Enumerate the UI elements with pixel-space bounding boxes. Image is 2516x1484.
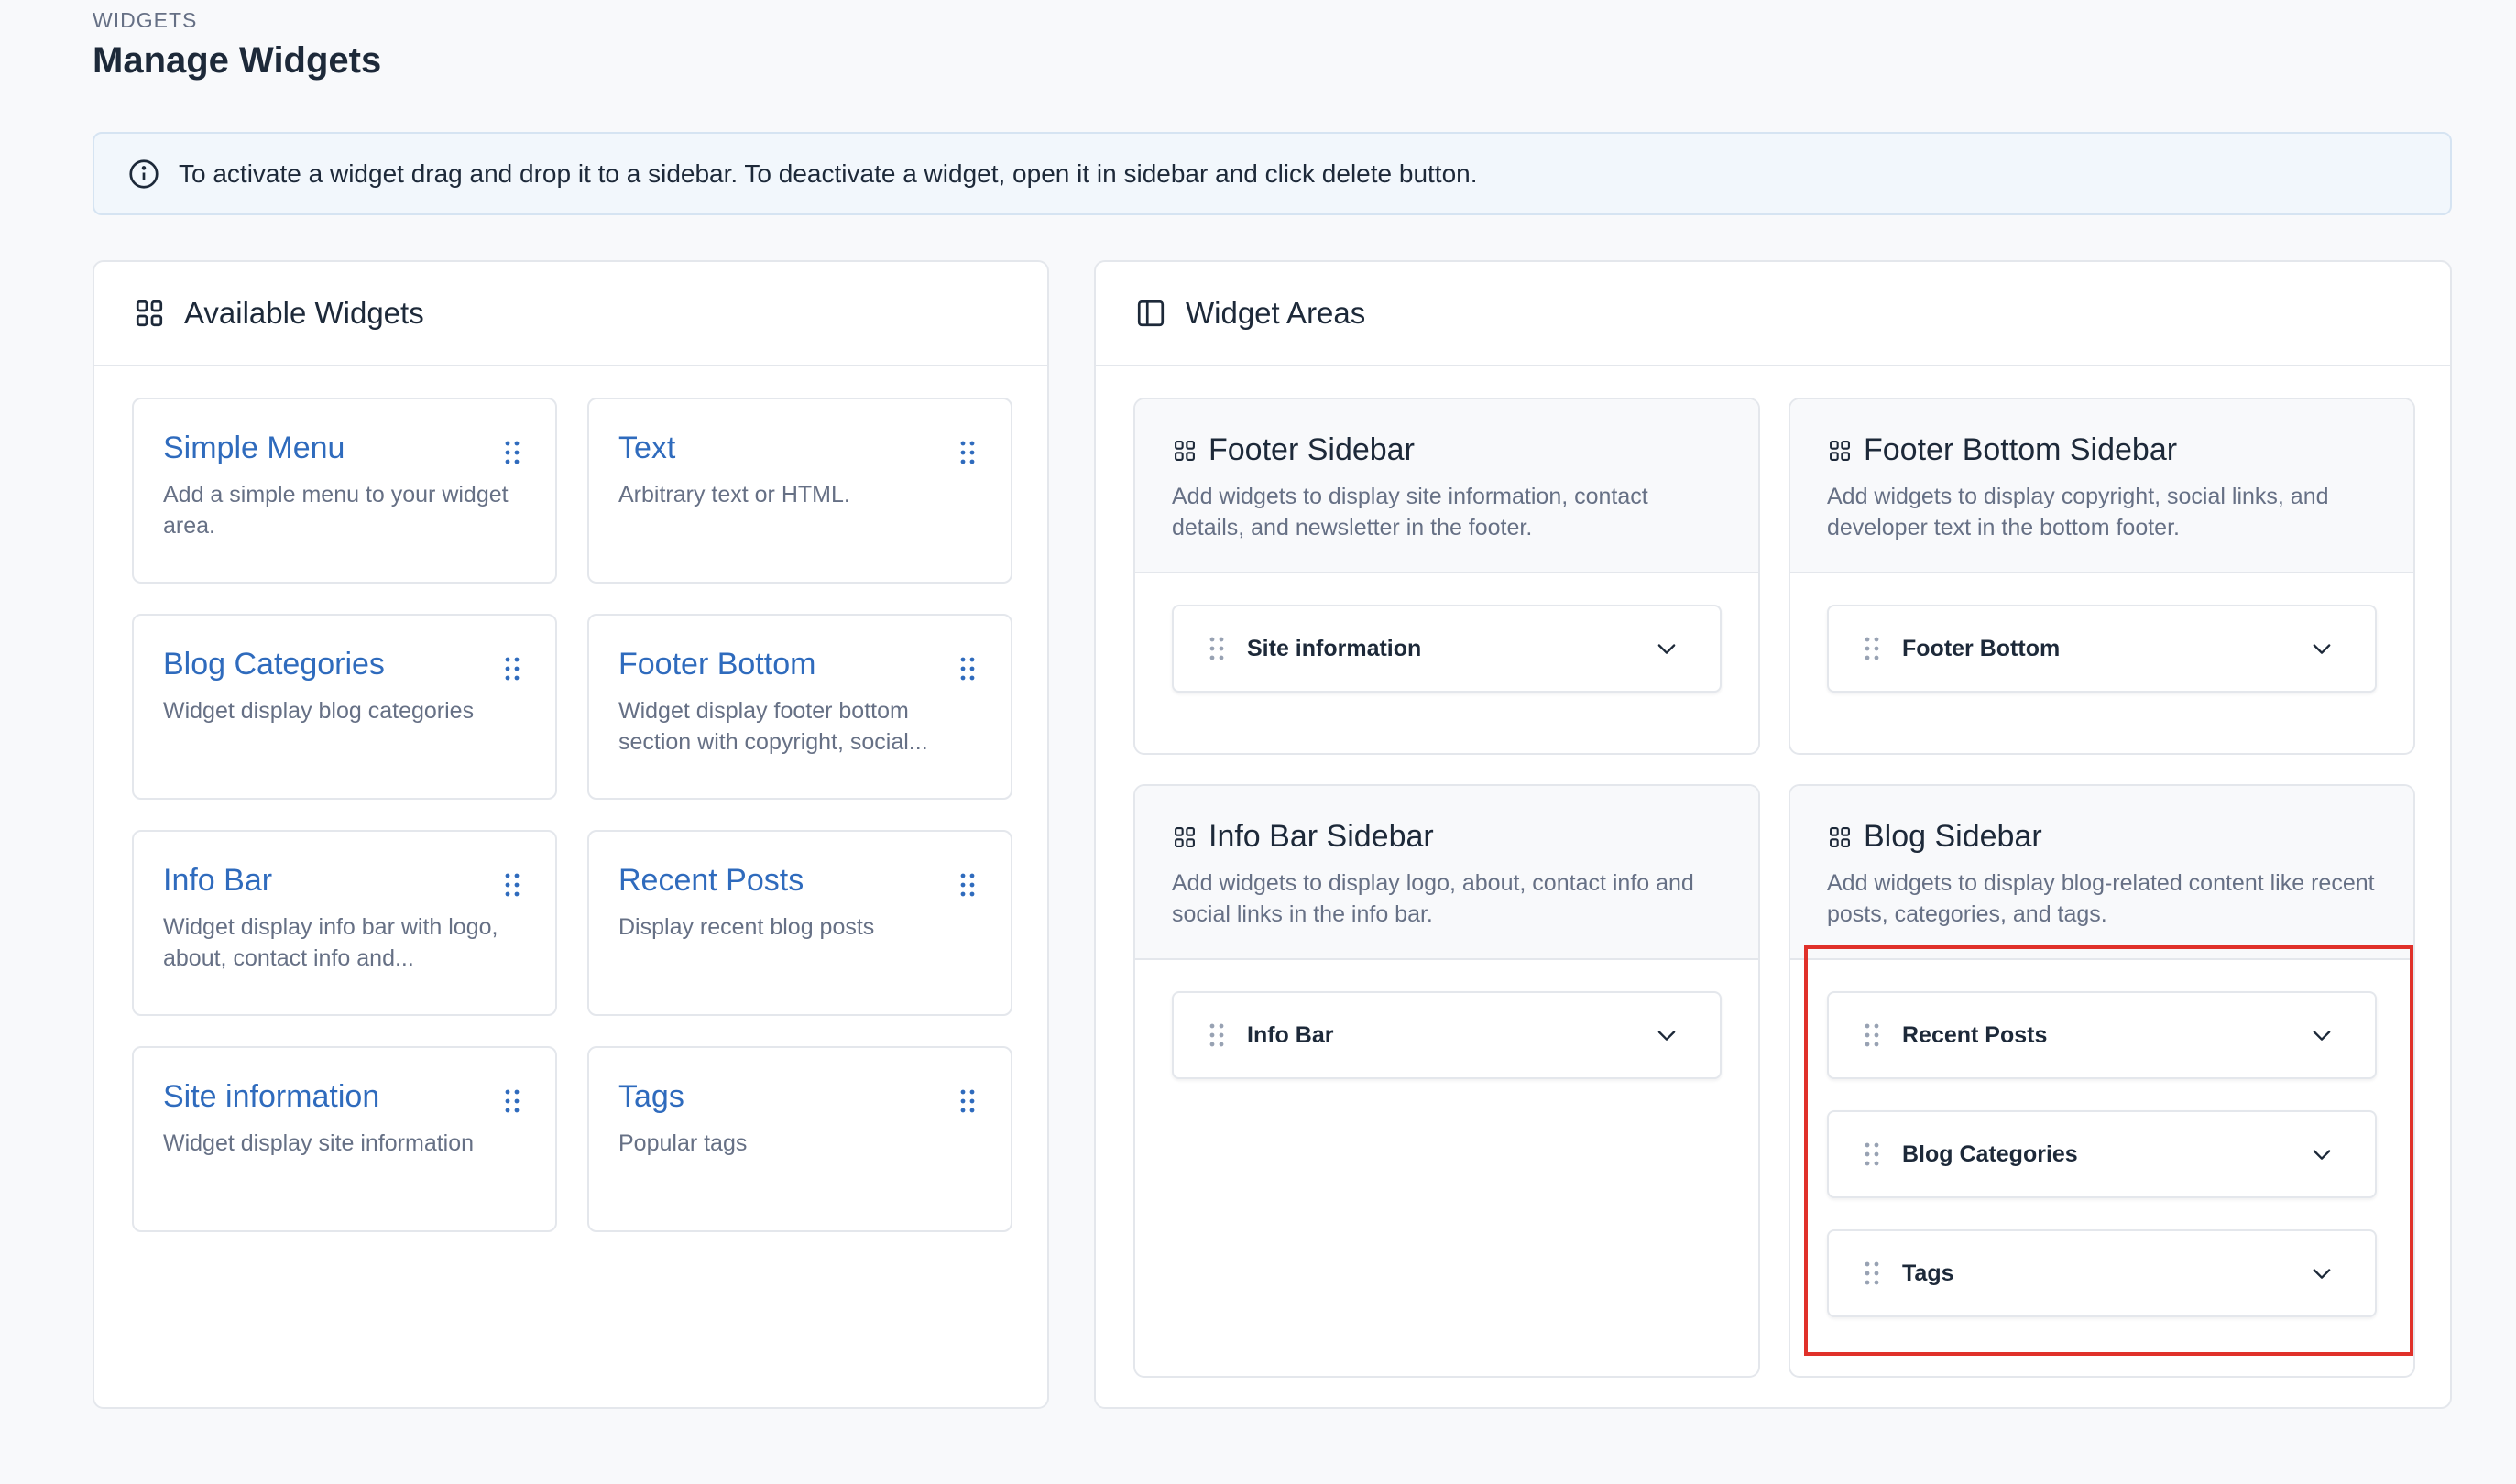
drag-handle-icon[interactable] xyxy=(959,656,976,682)
area-description: Add widgets to display blog-related cont… xyxy=(1827,870,2375,927)
available-widgets-card: Available Widgets Simple Menu Add a simp… xyxy=(93,260,1049,1409)
area-widget-footer-bottom[interactable]: Footer Bottom xyxy=(1827,605,2377,693)
info-icon xyxy=(127,158,160,191)
area-widget-label: Tags xyxy=(1902,1260,1954,1286)
grid-icon xyxy=(1827,438,1853,464)
drag-handle-icon[interactable] xyxy=(1864,1022,1880,1048)
area-widget-label: Info Bar xyxy=(1247,1021,1334,1048)
widget-title: Info Bar xyxy=(163,863,273,898)
drag-handle-icon[interactable] xyxy=(959,872,976,898)
widget-item-info-bar[interactable]: Info Bar Widget display info bar with lo… xyxy=(132,830,557,1016)
area-header: Footer Sidebar Add widgets to display si… xyxy=(1135,399,1758,573)
manage-widgets-page: WIDGETS Manage Widgets To activate a wid… xyxy=(0,0,2516,1484)
drag-handle-icon[interactable] xyxy=(1864,1260,1880,1286)
page-pretitle: WIDGETS xyxy=(93,8,198,32)
area-info-bar-sidebar: Info Bar Sidebar Add widgets to display … xyxy=(1133,784,1760,1378)
area-widget-tags[interactable]: Tags xyxy=(1827,1229,2377,1317)
chevron-down-icon[interactable] xyxy=(1654,1022,1679,1048)
drag-handle-icon[interactable] xyxy=(504,1088,520,1114)
widget-areas-title: Widget Areas xyxy=(1186,296,1366,330)
drag-handle-icon[interactable] xyxy=(504,656,520,682)
drag-handle-icon[interactable] xyxy=(1864,636,1880,661)
drag-handle-icon[interactable] xyxy=(1864,1141,1880,1167)
area-title: Blog Sidebar xyxy=(1864,819,2042,854)
widget-item-blog-categories[interactable]: Blog Categories Widget display blog cate… xyxy=(132,614,557,800)
drag-handle-icon[interactable] xyxy=(1209,636,1225,661)
chevron-down-icon[interactable] xyxy=(2309,636,2335,661)
widget-description: Display recent blog posts xyxy=(618,914,875,940)
widget-areas-card: Widget Areas Footer Sidebar Add widgets … xyxy=(1094,260,2452,1409)
area-header: Blog Sidebar Add widgets to display blog… xyxy=(1790,786,2413,960)
drag-handle-icon[interactable] xyxy=(504,440,520,465)
drag-handle-icon[interactable] xyxy=(1209,1022,1225,1048)
widget-item-simple-menu[interactable]: Simple Menu Add a simple menu to your wi… xyxy=(132,398,557,584)
widget-description: Widget display info bar with logo, about… xyxy=(163,914,498,971)
widget-areas-header: Widget Areas xyxy=(1096,262,2450,366)
drag-handle-icon[interactable] xyxy=(959,440,976,465)
chevron-down-icon[interactable] xyxy=(2309,1141,2335,1167)
widget-title: Footer Bottom xyxy=(618,647,816,682)
widget-title: Blog Categories xyxy=(163,647,385,682)
widget-item-footer-bottom[interactable]: Footer Bottom Widget display footer bott… xyxy=(587,614,1012,800)
grid-icon xyxy=(1172,824,1198,850)
widget-description: Widget display footer bottom section wit… xyxy=(618,698,928,755)
chevron-down-icon[interactable] xyxy=(1654,636,1679,661)
grid-icon xyxy=(1827,824,1853,850)
area-title: Footer Bottom Sidebar xyxy=(1864,432,2178,467)
area-widget-site-information[interactable]: Site information xyxy=(1172,605,1722,693)
area-title: Info Bar Sidebar xyxy=(1209,819,1434,854)
widget-description: Widget display site information xyxy=(163,1130,475,1156)
area-description: Add widgets to display logo, about, cont… xyxy=(1172,870,1694,927)
grid-icon xyxy=(133,297,166,330)
widget-title: Tags xyxy=(618,1079,684,1114)
widget-description: Arbitrary text or HTML. xyxy=(618,482,850,507)
widget-description: Popular tags xyxy=(618,1130,748,1156)
widget-title: Simple Menu xyxy=(163,431,345,465)
area-widget-label: Blog Categories xyxy=(1902,1140,2078,1167)
available-widgets-title: Available Widgets xyxy=(184,296,424,330)
area-widget-label: Recent Posts xyxy=(1902,1021,2048,1048)
area-widget-blog-categories[interactable]: Blog Categories xyxy=(1827,1110,2377,1198)
widget-item-tags[interactable]: Tags Popular tags xyxy=(587,1046,1012,1232)
area-blog-sidebar: Blog Sidebar Add widgets to display blog… xyxy=(1789,784,2415,1378)
chevron-down-icon[interactable] xyxy=(2309,1260,2335,1286)
area-widget-recent-posts[interactable]: Recent Posts xyxy=(1827,991,2377,1079)
area-footer-bottom-sidebar: Footer Bottom Sidebar Add widgets to dis… xyxy=(1789,398,2415,755)
widget-description: Widget display blog categories xyxy=(163,698,475,724)
area-description: Add widgets to display site information,… xyxy=(1172,484,1648,540)
widget-title: Recent Posts xyxy=(618,863,804,898)
sidebar-panel-icon xyxy=(1134,297,1167,330)
grid-icon xyxy=(1172,438,1198,464)
drag-handle-icon[interactable] xyxy=(959,1088,976,1114)
drag-handle-icon[interactable] xyxy=(504,872,520,898)
page-title: Manage Widgets xyxy=(93,40,382,81)
info-alert: To activate a widget drag and drop it to… xyxy=(93,132,2452,215)
area-widget-info-bar[interactable]: Info Bar xyxy=(1172,991,1722,1079)
widget-title: Site information xyxy=(163,1079,380,1114)
area-footer-sidebar: Footer Sidebar Add widgets to display si… xyxy=(1133,398,1760,755)
widget-item-recent-posts[interactable]: Recent Posts Display recent blog posts xyxy=(587,830,1012,1016)
alert-text: To activate a widget drag and drop it to… xyxy=(179,158,1478,188)
available-widgets-header: Available Widgets xyxy=(94,262,1047,366)
widget-item-text[interactable]: Text Arbitrary text or HTML. xyxy=(587,398,1012,584)
area-description: Add widgets to display copyright, social… xyxy=(1827,484,2329,540)
area-title: Footer Sidebar xyxy=(1209,432,1415,467)
chevron-down-icon[interactable] xyxy=(2309,1022,2335,1048)
area-widget-label: Footer Bottom xyxy=(1902,635,2061,661)
widget-item-site-information[interactable]: Site information Widget display site inf… xyxy=(132,1046,557,1232)
area-widget-label: Site information xyxy=(1247,635,1422,661)
widget-description: Add a simple menu to your widget area. xyxy=(163,482,509,539)
area-header: Info Bar Sidebar Add widgets to display … xyxy=(1135,786,1758,960)
area-header: Footer Bottom Sidebar Add widgets to dis… xyxy=(1790,399,2413,573)
widget-title: Text xyxy=(618,431,676,465)
